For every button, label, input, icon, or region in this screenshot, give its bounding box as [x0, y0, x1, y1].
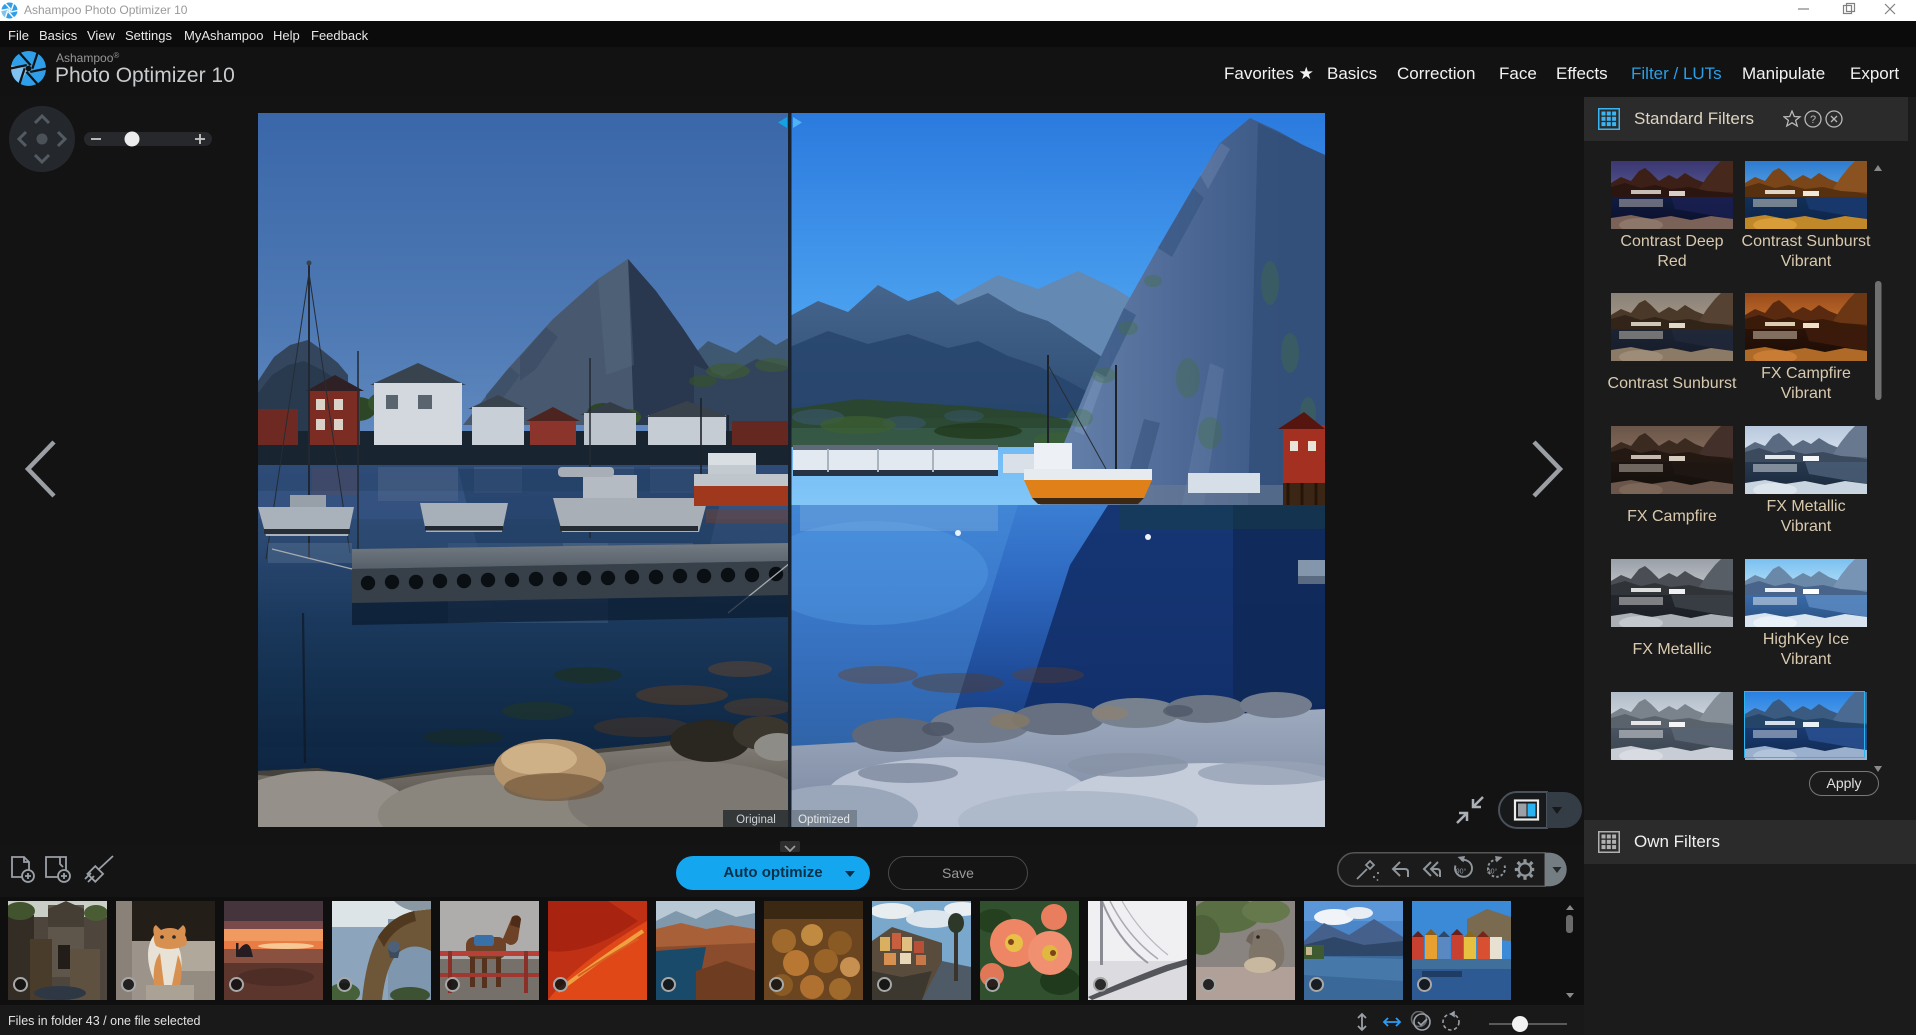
svg-text:90°: 90°	[1487, 868, 1498, 876]
svg-text:?: ?	[1810, 114, 1816, 126]
svg-text:Optimized: Optimized	[798, 814, 850, 826]
svg-text:90°: 90°	[1456, 868, 1467, 876]
svg-text:Original: Original	[736, 814, 776, 826]
